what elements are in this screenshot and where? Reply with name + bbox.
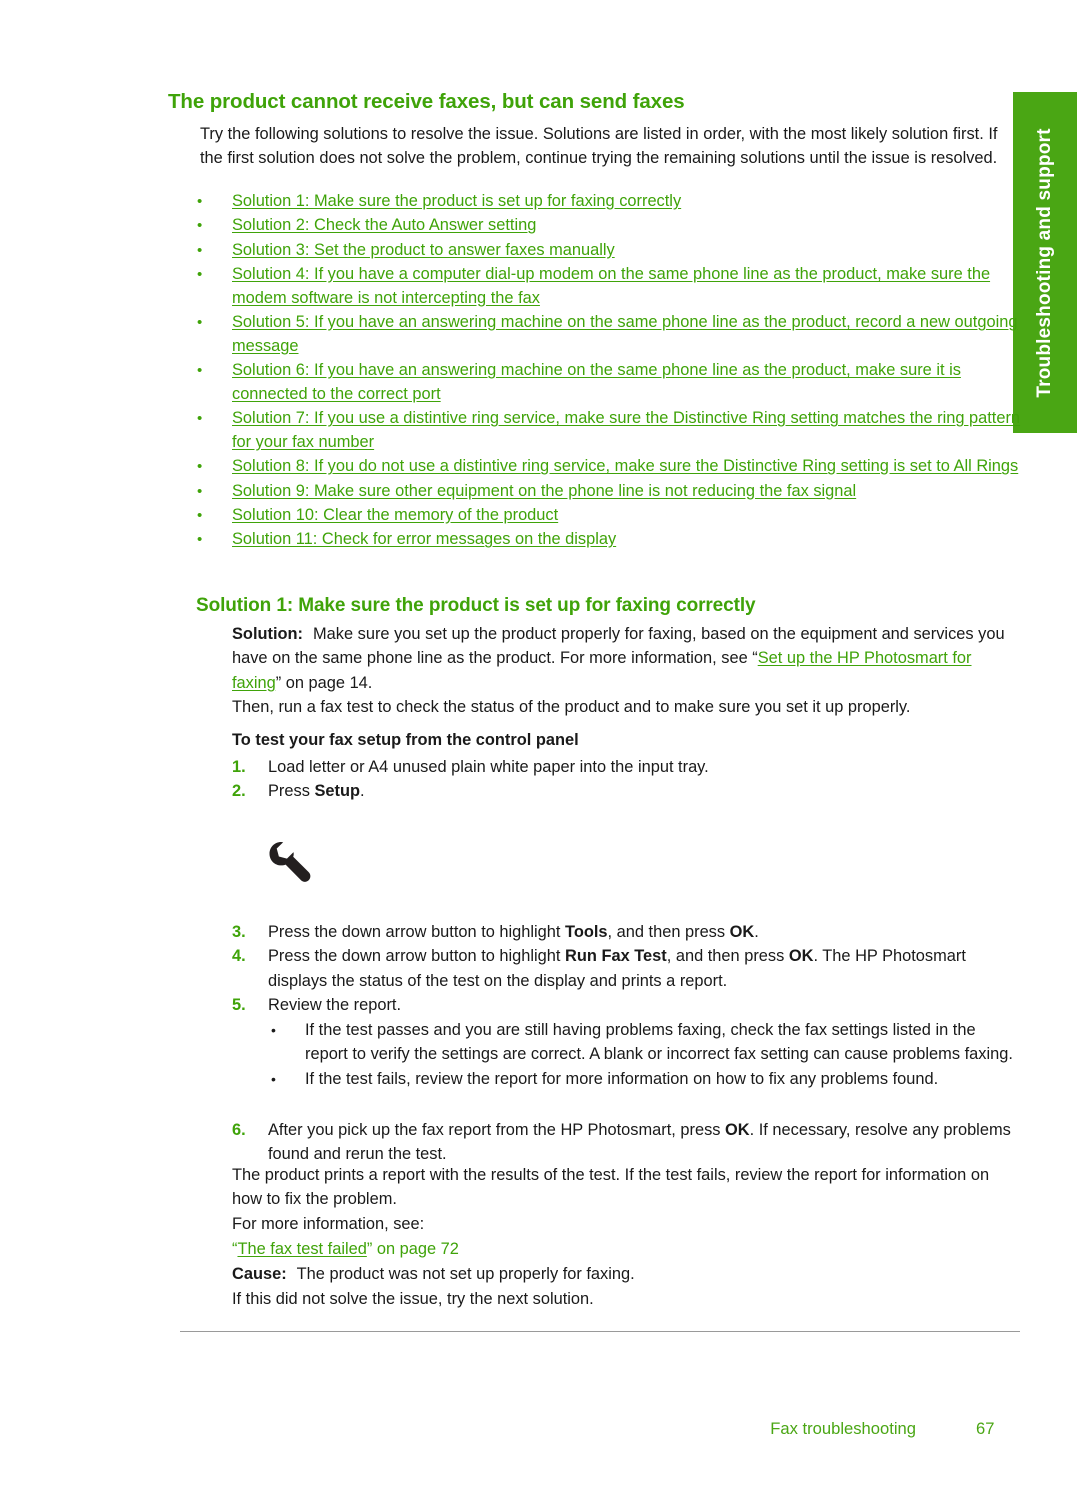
solution-link-list: Solution 1: Make sure the product is set… [195,190,1025,552]
section-thumb-tab-label: Troubleshooting and support [1034,127,1055,398]
step-number: 6. [232,1121,246,1139]
xref-page-ref: ” on page 72 [366,1240,459,1258]
footer-title: Fax troubleshooting [770,1419,916,1438]
solution-1-heading: Solution 1: Make sure the product is set… [196,595,756,616]
list-item: Solution 6: If you have an answering mac… [195,359,1025,407]
ok-button-name: OK [725,1121,750,1139]
solution-1-body: Solution: Make sure you set up the produc… [232,622,1012,695]
solution-label: Solution: [232,625,304,643]
step-number: 1. [232,758,246,776]
list-item: Solution 2: Check the Auto Answer settin… [195,214,1025,238]
page-footer: Fax troubleshooting 67 [180,1419,1020,1443]
solution-link-2[interactable]: Solution 2: Check the Auto Answer settin… [232,216,536,234]
ok-button-name: OK [788,947,814,966]
ok-button-name: OK [729,923,755,941]
list-item: If the test fails, review the report for… [268,1067,1020,1092]
step-text-part-1: Press the down arrow button to highlight [268,923,566,941]
list-item: Solution 7: If you use a distintive ring… [195,407,1025,455]
step-2: 2. Press Setup. [232,779,1022,803]
cause-text: The product was not set up properly for … [296,1265,635,1283]
document-page: Troubleshooting and support The product … [0,0,1080,1495]
list-item: Solution 10: Clear the memory of the pro… [195,504,1025,528]
closing-paragraph-2: For more information, see: [232,1215,425,1233]
then-run-fax-test-line: Then, run a fax test to check the status… [232,698,911,716]
list-item: Solution 5: If you have an answering mac… [195,311,1025,359]
step-number: 4. [232,947,246,966]
step-5: 5. Review the report. [232,993,1022,1017]
wrench-icon [262,834,322,894]
list-item: Solution 11: Check for error messages on… [195,528,1025,552]
step-1: 1. Load letter or A4 unused plain white … [232,755,1022,779]
step-text: Load letter or A4 unused plain white pap… [268,758,709,776]
procedure-step-6: 6. After you pick up the fax report from… [232,1118,1022,1167]
step-text-part-1: Press the down arrow button to highlight [268,947,566,966]
solution-link-10[interactable]: Solution 10: Clear the memory of the pro… [232,506,558,524]
solution-link-4[interactable]: Solution 4: If you have a computer dial-… [232,265,990,307]
fax-test-failed-xref: “The fax test failed” on page 72 [232,1237,1022,1261]
solution-link-8[interactable]: Solution 8: If you do not use a distinti… [232,457,1018,475]
setup-button-name: Setup [314,782,360,801]
next-solution-note: If this did not solve the issue, try the… [232,1290,594,1308]
step-number: 5. [232,995,246,1014]
list-item: Solution 4: If you have a computer dial-… [195,263,1025,311]
step-text: Review the report. [268,995,402,1014]
solution-link-11[interactable]: Solution 11: Check for error messages on… [232,530,616,548]
list-item: Solution 9: Make sure other equipment on… [195,480,1025,504]
tools-menu-name: Tools [565,923,608,941]
step-6: 6. After you pick up the fax report from… [232,1118,1022,1167]
solution-link-6[interactable]: Solution 6: If you have an answering mac… [232,361,961,403]
step-5-bullets: If the test passes and you are still hav… [268,1018,1020,1091]
step-text-part-2: . [749,1121,755,1139]
cause-label: Cause: [232,1265,287,1283]
procedure-steps-1-2: 1. Load letter or A4 unused plain white … [232,755,1022,804]
solution-link-7[interactable]: Solution 7: If you use a distintive ring… [232,409,1020,451]
step-number: 2. [232,782,246,801]
footer-divider [180,1331,1020,1332]
solution-link-5[interactable]: Solution 5: If you have an answering mac… [232,313,1017,355]
list-item: Solution 3: Set the product to answer fa… [195,239,1025,263]
solution-link-9[interactable]: Solution 9: Make sure other equipment on… [232,482,856,500]
step-number: 3. [232,923,246,941]
step-text-part-2: , and then press [666,947,789,966]
intro-paragraph: Try the following solutions to resolve t… [200,125,998,168]
list-item: If the test passes and you are still hav… [268,1018,1020,1067]
procedure-heading: To test your fax setup from the control … [232,731,579,749]
page-title: The product cannot receive faxes, but ca… [168,90,685,113]
step-text-part-2: , and then press [607,923,730,941]
cause-block: Cause: The product was not set up properl… [232,1262,1022,1286]
list-item: Solution 8: If you do not use a distinti… [195,455,1025,479]
fax-test-failed-link[interactable]: The fax test failed [237,1240,366,1258]
step-3: 3. Press the down arrow button to highli… [232,920,1022,944]
solution-link-1[interactable]: Solution 1: Make sure the product is set… [232,192,681,210]
solution-text-after-link: ” on page 14. [275,673,373,692]
step-text-after-bold: . [359,782,365,801]
step-4: 4. Press the down arrow button to highli… [232,944,1022,993]
run-fax-test-name: Run Fax Test [565,947,667,966]
solution-link-3[interactable]: Solution 3: Set the product to answer fa… [232,241,615,259]
step-text-before-bold: Press [268,782,315,801]
list-item: Solution 1: Make sure the product is set… [195,190,1025,214]
footer-page-number: 67 [976,1419,995,1438]
step-text-part-1: After you pick up the fax report from th… [268,1121,726,1139]
closing-paragraph-1: The product prints a report with the res… [232,1166,990,1209]
step-text-part-3: . [754,923,759,941]
procedure-steps-3-5: 3. Press the down arrow button to highli… [232,920,1022,1017]
step-text-part-3: . [813,947,818,966]
